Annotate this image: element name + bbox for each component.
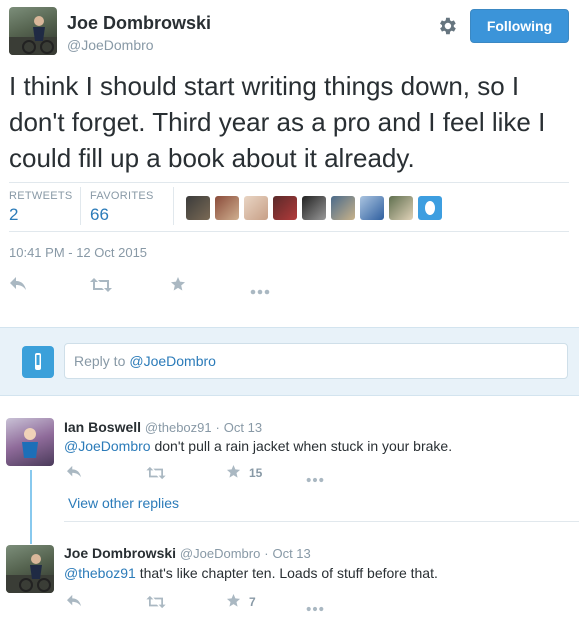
reply-divider <box>64 521 579 522</box>
stats-separator <box>80 187 81 225</box>
more-icon[interactable] <box>250 282 270 300</box>
retweets-count[interactable]: 2 <box>9 205 18 225</box>
retweet-icon[interactable] <box>90 277 112 298</box>
favoriter-avatar[interactable] <box>273 196 297 220</box>
author-avatar[interactable] <box>9 7 57 55</box>
reply-separator: · <box>264 546 269 561</box>
reply-input-prefix: Reply to <box>74 353 126 369</box>
reply-separator: · <box>215 420 220 435</box>
reply-body: that's like chapter ten. Loads of stuff … <box>135 565 438 581</box>
favoriter-avatar[interactable] <box>389 196 413 220</box>
favorites-count[interactable]: 66 <box>90 205 109 225</box>
star-icon[interactable] <box>226 593 241 613</box>
stats-divider-bottom <box>9 231 569 232</box>
stats-divider-top <box>9 182 569 183</box>
view-other-replies-link[interactable]: View other replies <box>68 495 179 511</box>
reply-input[interactable]: Reply to @JoeDombro <box>64 343 568 379</box>
retweet-icon[interactable] <box>146 595 166 614</box>
reply-author-handle[interactable]: @theboz91 <box>145 420 212 435</box>
favoriter-avatar[interactable] <box>302 196 326 220</box>
stats-separator <box>173 187 174 225</box>
favoriter-avatar[interactable] <box>331 196 355 220</box>
favorite-count[interactable]: 7 <box>249 595 256 609</box>
reply-icon[interactable] <box>66 465 82 484</box>
star-icon[interactable] <box>170 276 186 297</box>
thread-line <box>30 470 32 544</box>
reply-mention[interactable]: @JoeDombro <box>64 438 151 454</box>
reply-text: @JoeDombro don't pull a rain jacket when… <box>64 438 452 454</box>
tweet-text: I think I should start writing things do… <box>9 71 546 173</box>
favoriter-avatar[interactable] <box>215 196 239 220</box>
reply-author-handle[interactable]: @JoeDombro <box>180 546 260 561</box>
reply-header: Ian Boswell @theboz91 · Oct 13 <box>64 419 262 435</box>
favorites-label[interactable]: FAVORITES <box>90 190 154 202</box>
retweets-label[interactable]: RETWEETS <box>9 190 73 202</box>
reply-author-avatar[interactable] <box>6 418 54 466</box>
star-icon[interactable] <box>226 464 241 484</box>
gear-icon[interactable] <box>436 15 458 37</box>
favoriter-avatar[interactable] <box>418 196 442 220</box>
current-user-avatar <box>22 346 54 378</box>
retweet-icon[interactable] <box>146 466 166 485</box>
favoriter-avatar[interactable] <box>186 196 210 220</box>
reply-header: Joe Dombrowski @JoeDombro · Oct 13 <box>64 545 311 561</box>
reply-body: don't pull a rain jacket when stuck in y… <box>150 438 453 454</box>
more-icon[interactable] <box>306 599 324 617</box>
reply-author-name[interactable]: Ian Boswell <box>64 419 141 435</box>
author-name[interactable]: Joe Dombrowski <box>67 13 211 34</box>
reply-author-avatar[interactable] <box>6 545 54 593</box>
favoriter-avatar[interactable] <box>244 196 268 220</box>
following-button[interactable]: Following <box>470 9 569 43</box>
author-handle[interactable]: @JoeDombro <box>67 37 154 53</box>
reply-icon[interactable] <box>66 594 82 613</box>
favoriter-avatar[interactable] <box>360 196 384 220</box>
reply-author-name[interactable]: Joe Dombrowski <box>64 545 176 561</box>
reply-icon[interactable] <box>9 276 27 297</box>
reply-date[interactable]: Oct 13 <box>272 546 310 561</box>
reply-mention[interactable]: @theboz91 <box>64 565 136 581</box>
tweet-timestamp[interactable]: 10:41 PM - 12 Oct 2015 <box>9 245 147 260</box>
reply-text: @theboz91 that's like chapter ten. Loads… <box>64 565 438 581</box>
reply-input-mention: @JoeDombro <box>129 353 216 369</box>
reply-date[interactable]: Oct 13 <box>224 420 262 435</box>
more-icon[interactable] <box>306 470 324 488</box>
favorite-count[interactable]: 15 <box>249 466 262 480</box>
